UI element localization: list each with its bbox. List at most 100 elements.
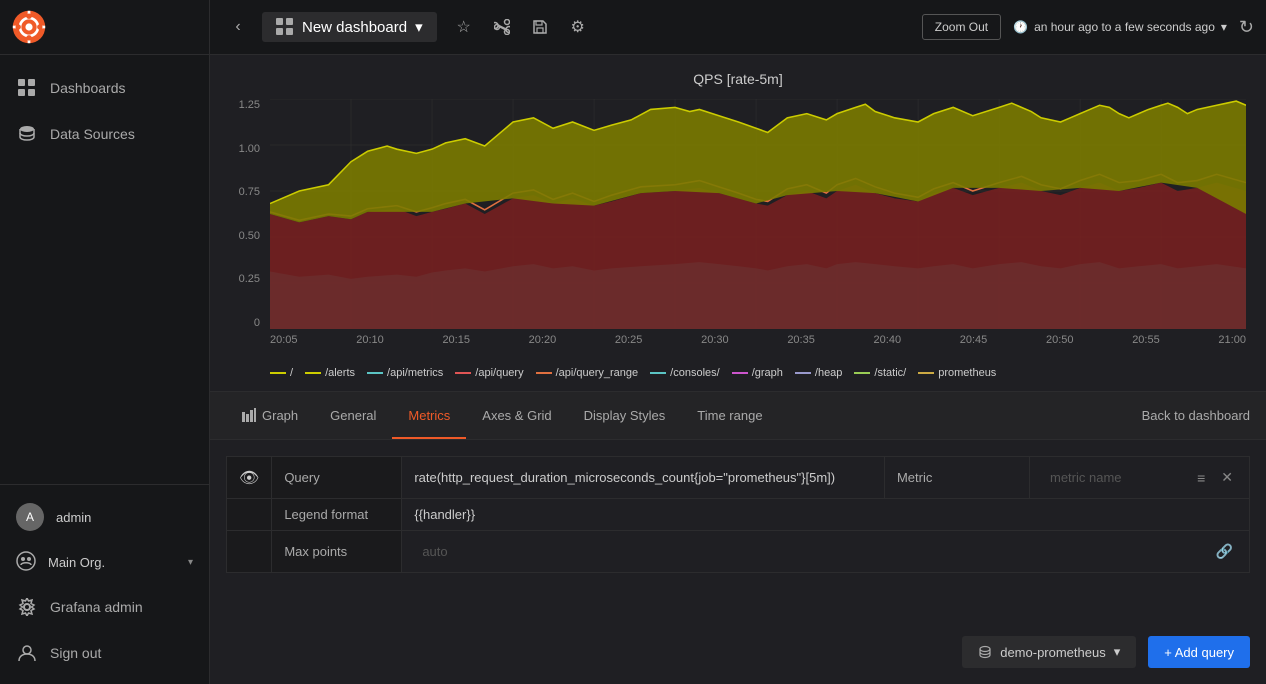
legend-item-api-query-range[interactable]: /api/query_range (536, 367, 639, 379)
legend-color-consoles (650, 372, 666, 374)
sidebar-item-dashboards[interactable]: Dashboards (0, 65, 209, 111)
legend-color-api-query-range (536, 372, 552, 374)
dropdown-arrow-icon: ▾ (415, 18, 423, 36)
time-picker[interactable]: 🕐 an hour ago to a few seconds ago ▾ (1013, 20, 1227, 34)
datasource-dropdown-icon: ▾ (1114, 644, 1121, 660)
max-points-input[interactable] (414, 539, 1203, 564)
dashboard-title-button[interactable]: New dashboard ▾ (262, 12, 437, 42)
org-icon (16, 551, 36, 574)
metric-name-input[interactable] (1042, 465, 1185, 490)
metric-input-wrapper: ≡ ✕ (1042, 465, 1237, 490)
sidebar-org[interactable]: Main Org. ▾ (0, 541, 209, 584)
query-label-cell: Query (272, 457, 402, 499)
tab-time-range[interactable]: Time range (681, 394, 778, 439)
dashboard-title-text: New dashboard (302, 19, 407, 36)
eye-icon[interactable]: 👁 (239, 470, 259, 487)
star-icon[interactable]: ☆ (449, 12, 479, 42)
chart-title: QPS [rate-5m] (230, 71, 1246, 87)
legend-color-api-metrics (367, 372, 383, 374)
legend-color-api-query (455, 372, 471, 374)
sidebar-item-data-sources[interactable]: Data Sources (0, 111, 209, 157)
legend-item-static[interactable]: /static/ (854, 367, 906, 379)
close-icon-button[interactable]: ✕ (1217, 465, 1237, 490)
tab-display-styles-label: Display Styles (584, 408, 666, 423)
legend-label-api-metrics: /api/metrics (387, 367, 443, 379)
sidebar-item-dashboards-label: Dashboards (50, 80, 126, 96)
topbar-icons: ☆ ⚙ (449, 12, 593, 42)
x-label-2050: 20:50 (1046, 334, 1074, 346)
zoom-out-button[interactable]: Zoom Out (922, 14, 1001, 40)
sidebar-item-grafana-admin[interactable]: Grafana admin (0, 584, 209, 630)
query-value-cell[interactable] (402, 457, 885, 499)
max-points-empty-cell (227, 531, 272, 573)
y-label-100: 1.00 (239, 143, 260, 155)
x-label-2025: 20:25 (615, 334, 643, 346)
save-icon[interactable] (525, 12, 555, 42)
y-label-075: 0.75 (239, 186, 260, 198)
legend-item-heap[interactable]: /heap (795, 367, 843, 379)
y-label-125: 1.25 (239, 99, 260, 111)
legend-label-api-query: /api/query (475, 367, 523, 379)
query-input[interactable] (414, 470, 872, 485)
sidebar-user-label: admin (56, 510, 91, 525)
query-label: Query (284, 470, 319, 485)
x-label-2055: 20:55 (1132, 334, 1160, 346)
datasource-button[interactable]: demo-prometheus ▾ (962, 636, 1136, 668)
legend-item-consoles[interactable]: /consoles/ (650, 367, 720, 379)
legend-color-root (270, 372, 286, 374)
tab-general[interactable]: General (314, 394, 392, 439)
legend-format-input[interactable] (414, 507, 1237, 522)
topbar: ‹ New dashboard ▾ ☆ (210, 0, 1266, 55)
refresh-button[interactable]: ↻ (1239, 17, 1254, 38)
back-to-dashboard-link[interactable]: Back to dashboard (1142, 408, 1250, 423)
sidebar-item-sign-out[interactable]: Sign out (0, 630, 209, 676)
tab-axes-grid-label: Axes & Grid (482, 408, 551, 423)
grafana-logo[interactable] (8, 6, 50, 48)
time-range-text: an hour ago to a few seconds ago (1034, 20, 1215, 34)
legend-item-alerts[interactable]: /alerts (305, 367, 355, 379)
query-row: 👁 Query Metric ≡ ✕ (227, 457, 1250, 499)
sidebar-org-label: Main Org. (48, 555, 105, 570)
chart-area (270, 99, 1246, 329)
legend-item-prometheus[interactable]: prometheus (918, 367, 996, 379)
sidebar-user[interactable]: A admin (0, 493, 209, 541)
legend-item-root[interactable]: / (270, 367, 293, 379)
tab-display-styles[interactable]: Display Styles (568, 394, 682, 439)
datasource-label: demo-prometheus (1000, 645, 1106, 660)
max-points-wrapper: 🔗 (414, 539, 1237, 564)
menu-icon-button[interactable]: ≡ (1193, 466, 1209, 490)
y-label-025: 0.25 (239, 273, 260, 285)
chart-wrapper: 1.25 1.00 0.75 0.50 0.25 0 (230, 99, 1246, 359)
x-label-2030: 20:30 (701, 334, 729, 346)
legend-value-cell[interactable] (402, 499, 1250, 531)
legend-label-cell: Legend format (272, 499, 402, 531)
back-button[interactable]: ‹ (222, 11, 254, 43)
legend-item-api-metrics[interactable]: /api/metrics (367, 367, 443, 379)
legend-item-graph[interactable]: /graph (732, 367, 783, 379)
legend-item-api-query[interactable]: /api/query (455, 367, 523, 379)
chart-x-axis: 20:05 20:10 20:15 20:20 20:25 20:30 20:3… (270, 334, 1246, 359)
legend-label-static: /static/ (874, 367, 906, 379)
max-points-link-icon[interactable]: 🔗 (1212, 539, 1237, 564)
x-label-2035: 20:35 (787, 334, 815, 346)
topbar-right: Zoom Out 🕐 an hour ago to a few seconds … (922, 14, 1254, 40)
settings-icon[interactable]: ⚙ (563, 12, 593, 42)
tab-graph[interactable]: Graph (226, 394, 314, 439)
max-points-label-cell: Max points (272, 531, 402, 573)
share-icon[interactable] (487, 12, 517, 42)
max-points-label: Max points (284, 544, 347, 559)
x-label-2100: 21:00 (1218, 334, 1246, 346)
legend-format-label: Legend format (284, 507, 368, 522)
sidebar: Dashboards Data Sources A admin (0, 0, 210, 684)
eye-cell: 👁 (227, 457, 272, 499)
chart-svg (270, 99, 1246, 329)
add-query-button[interactable]: + Add query (1148, 636, 1250, 668)
legend-color-prometheus (918, 372, 934, 374)
metrics-table: 👁 Query Metric ≡ ✕ (226, 456, 1250, 573)
tab-metrics[interactable]: Metrics (392, 394, 466, 439)
sidebar-item-data-sources-label: Data Sources (50, 126, 135, 142)
sign-out-label: Sign out (50, 645, 101, 661)
metrics-form: 👁 Query Metric ≡ ✕ (210, 440, 1266, 589)
metric-input-cell: ≡ ✕ (1030, 457, 1250, 499)
tab-axes-grid[interactable]: Axes & Grid (466, 394, 567, 439)
